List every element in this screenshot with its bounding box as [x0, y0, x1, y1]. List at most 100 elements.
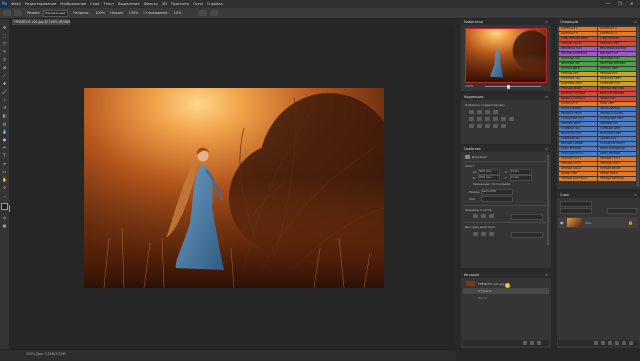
actions-scrollbar[interactable]: [637, 27, 639, 187]
action-button[interactable]: ЗЕЛЁНЫЙ ЛЕС: [559, 57, 597, 62]
menu-select[interactable]: Выделение: [118, 2, 139, 6]
smoothing-value[interactable]: 10%: [174, 11, 182, 15]
history-brush-tool-icon[interactable]: ↺: [2, 105, 7, 110]
action-button[interactable]: КОНТРАСТ 5: [559, 102, 597, 107]
action-button[interactable]: КИНО КОНТРАСТ: [559, 152, 597, 157]
menu-view[interactable]: Просмотр: [171, 2, 189, 6]
action-button[interactable]: ЧЁРНО-БЕЛЫЙ: [598, 107, 636, 112]
hue-saturation-icon[interactable]: [477, 117, 482, 121]
brightness-contrast-icon[interactable]: [469, 110, 474, 114]
layer-filter-select[interactable]: [560, 201, 592, 207]
panel-menu-icon[interactable]: ≡: [634, 192, 637, 198]
menu-edit[interactable]: Редактирование: [25, 2, 56, 6]
guides-icon[interactable]: [489, 214, 494, 218]
screen-mode-icon[interactable]: ▣: [2, 223, 7, 228]
action-button[interactable]: ЗОЛОТОЙ СВЕТ: [598, 77, 636, 82]
flow-value[interactable]: 100%: [129, 11, 139, 15]
action-button[interactable]: НЕЙТРАЛЬНЫЙ: [559, 107, 597, 112]
pen-tool-icon[interactable]: ✒: [2, 145, 7, 150]
panel-menu-icon[interactable]: ≡: [545, 272, 548, 278]
action-button[interactable]: ОСЕННИЙ ТОН: [598, 82, 636, 87]
navigator-zoom-value[interactable]: 100%: [465, 84, 474, 88]
selective-color-icon[interactable]: [501, 124, 506, 128]
vibrance-icon[interactable]: [469, 117, 474, 121]
channel-mixer-icon[interactable]: [509, 117, 514, 121]
action-button[interactable]: КОНТРАСТ 2: [598, 27, 636, 32]
action-button[interactable]: МОРСКОЙ ТОН: [559, 132, 597, 137]
brush-settings-icon[interactable]: [14, 10, 22, 16]
action-button[interactable]: ТЁПЛЫЙ ВЕЧЕР: [559, 87, 597, 92]
action-button[interactable]: С ВИГНЕТКОЙ: [598, 37, 636, 42]
menu-layers[interactable]: Слои: [90, 2, 99, 6]
action-button[interactable]: ГОЛУБОЙ СВЕТ: [598, 127, 636, 132]
action-button[interactable]: ХОЛОДНЫЙ ТОН: [559, 117, 597, 122]
new-document-icon[interactable]: [530, 341, 534, 345]
zoom-slider-handle[interactable]: [507, 84, 510, 89]
action-button[interactable]: ТЁПЛЫЙ МЯГКИЙ: [598, 87, 636, 92]
action-button[interactable]: МЯГКИЙ ТОН: [598, 52, 636, 57]
action-button[interactable]: ЗЕЛЁНЫЙ ТОН: [598, 57, 636, 62]
action-button[interactable]: ЗЕЛЁНЫЙ МЯГКИЙ: [598, 62, 636, 67]
action-button[interactable]: ТЁПЛЫЙ ЛЕС: [559, 72, 597, 77]
eye-icon[interactable]: ◉: [560, 220, 564, 225]
action-button[interactable]: ЛЕТНИЙ СВЕТ: [598, 67, 636, 72]
layer-mask-icon[interactable]: [608, 341, 612, 345]
action-button[interactable]: ТЁПЛЫЙ ЗАКАТ: [559, 42, 597, 47]
navigator-zoom-slider[interactable]: [485, 86, 541, 87]
action-button[interactable]: ТЁПЛЫЙ ЛУГ: [598, 72, 636, 77]
action-button[interactable]: ТЁПЛЫЙ СВЕТ: [598, 42, 636, 47]
action-button[interactable]: КИНО МЯГКИЙ: [598, 152, 636, 157]
action-button[interactable]: ТЁПЛЫЙ ТОН 1: [559, 157, 597, 162]
rectangle-tool-icon[interactable]: ▭: [2, 169, 7, 174]
crop-tool-icon[interactable]: ⌗: [2, 57, 7, 62]
color-mode-select[interactable]: Цвета RGB: [481, 189, 513, 195]
layer-style-icon[interactable]: [601, 341, 605, 345]
action-button[interactable]: ЗИМНИЙ ДЕНЬ: [559, 122, 597, 127]
lasso-tool-icon[interactable]: ➰: [2, 41, 7, 46]
action-button[interactable]: КИНО ХОЛОДНЫЙ: [598, 147, 636, 152]
brush-tool-icon[interactable]: 🖌: [2, 89, 7, 94]
panel-menu-icon[interactable]: ≡: [545, 19, 548, 25]
layer-row[interactable]: ◉ Фон 🔒: [558, 217, 638, 228]
levels-icon[interactable]: [477, 110, 482, 114]
action-button[interactable]: КОНТРАСТ 1: [559, 27, 597, 32]
invert-icon[interactable]: [469, 124, 474, 128]
eraser-tool-icon[interactable]: ◧: [2, 113, 7, 118]
delete-layer-icon[interactable]: [629, 341, 633, 345]
action-button[interactable]: НЕЙТРАЛ ХОЛОД: [598, 112, 636, 117]
rotate-action-icon[interactable]: [489, 232, 494, 236]
height-field[interactable]: 2000 пикс.: [478, 175, 500, 181]
clone-stamp-tool-icon[interactable]: ⊥: [2, 97, 7, 102]
guides-color-select[interactable]: [511, 214, 543, 220]
photo-filter-icon[interactable]: [501, 117, 506, 121]
action-button[interactable]: ТЁПЛЫЙ КОНТРАСТ: [559, 177, 597, 182]
rulers-icon[interactable]: [473, 214, 478, 218]
action-button[interactable]: ТЁПЛЫЙ ТОН 3: [559, 162, 597, 167]
new-snapshot-icon[interactable]: [523, 341, 527, 345]
delete-icon[interactable]: [537, 341, 541, 345]
y-field[interactable]: 0 пикс.: [510, 175, 532, 181]
action-button[interactable]: МЯГКИЙ СИНИЙ: [559, 142, 597, 147]
menu-3d[interactable]: 3D: [162, 2, 167, 6]
action-button[interactable]: ВИНТАЖ ТЁПЛЫЙ: [559, 92, 597, 97]
menu-file[interactable]: Файл: [11, 2, 21, 6]
panel-menu-icon[interactable]: ≡: [634, 19, 637, 25]
action-button[interactable]: ЯРКИЙ КОНТРАСТ: [559, 97, 597, 102]
action-button[interactable]: МЯГКИЙ КОНТРАСТ: [559, 52, 597, 57]
marquee-tool-icon[interactable]: ⬚: [2, 33, 7, 38]
document-tab[interactable]: *FRENCH2 v01.jpg @ 100% (RGB/8) ×: [12, 19, 70, 25]
menu-type[interactable]: Текст: [104, 2, 115, 6]
action-button[interactable]: ЗИМНИЙ ТОН: [598, 122, 636, 127]
crop-action-icon[interactable]: [473, 232, 478, 236]
quick-select-tool-icon[interactable]: ✎: [2, 49, 7, 54]
action-button[interactable]: ОСЕННИЙ ЛИСТ: [559, 82, 597, 87]
quick-mask-icon[interactable]: ◎: [2, 215, 7, 220]
action-button[interactable]: МОРСКОЙ СВЕТ: [598, 132, 636, 137]
action-button[interactable]: НЕЙТРАЛ ТЁПЛ: [559, 112, 597, 117]
action-button[interactable]: ЛЕТНИЙ ДЕНЬ: [559, 67, 597, 72]
mode-select[interactable]: Нормальный: [43, 9, 69, 17]
brush-preset-icon[interactable]: [3, 10, 11, 16]
close-window-button[interactable]: ✕: [630, 1, 633, 6]
menu-help[interactable]: Справка: [207, 2, 223, 6]
move-tool-icon[interactable]: ✥: [2, 25, 7, 30]
